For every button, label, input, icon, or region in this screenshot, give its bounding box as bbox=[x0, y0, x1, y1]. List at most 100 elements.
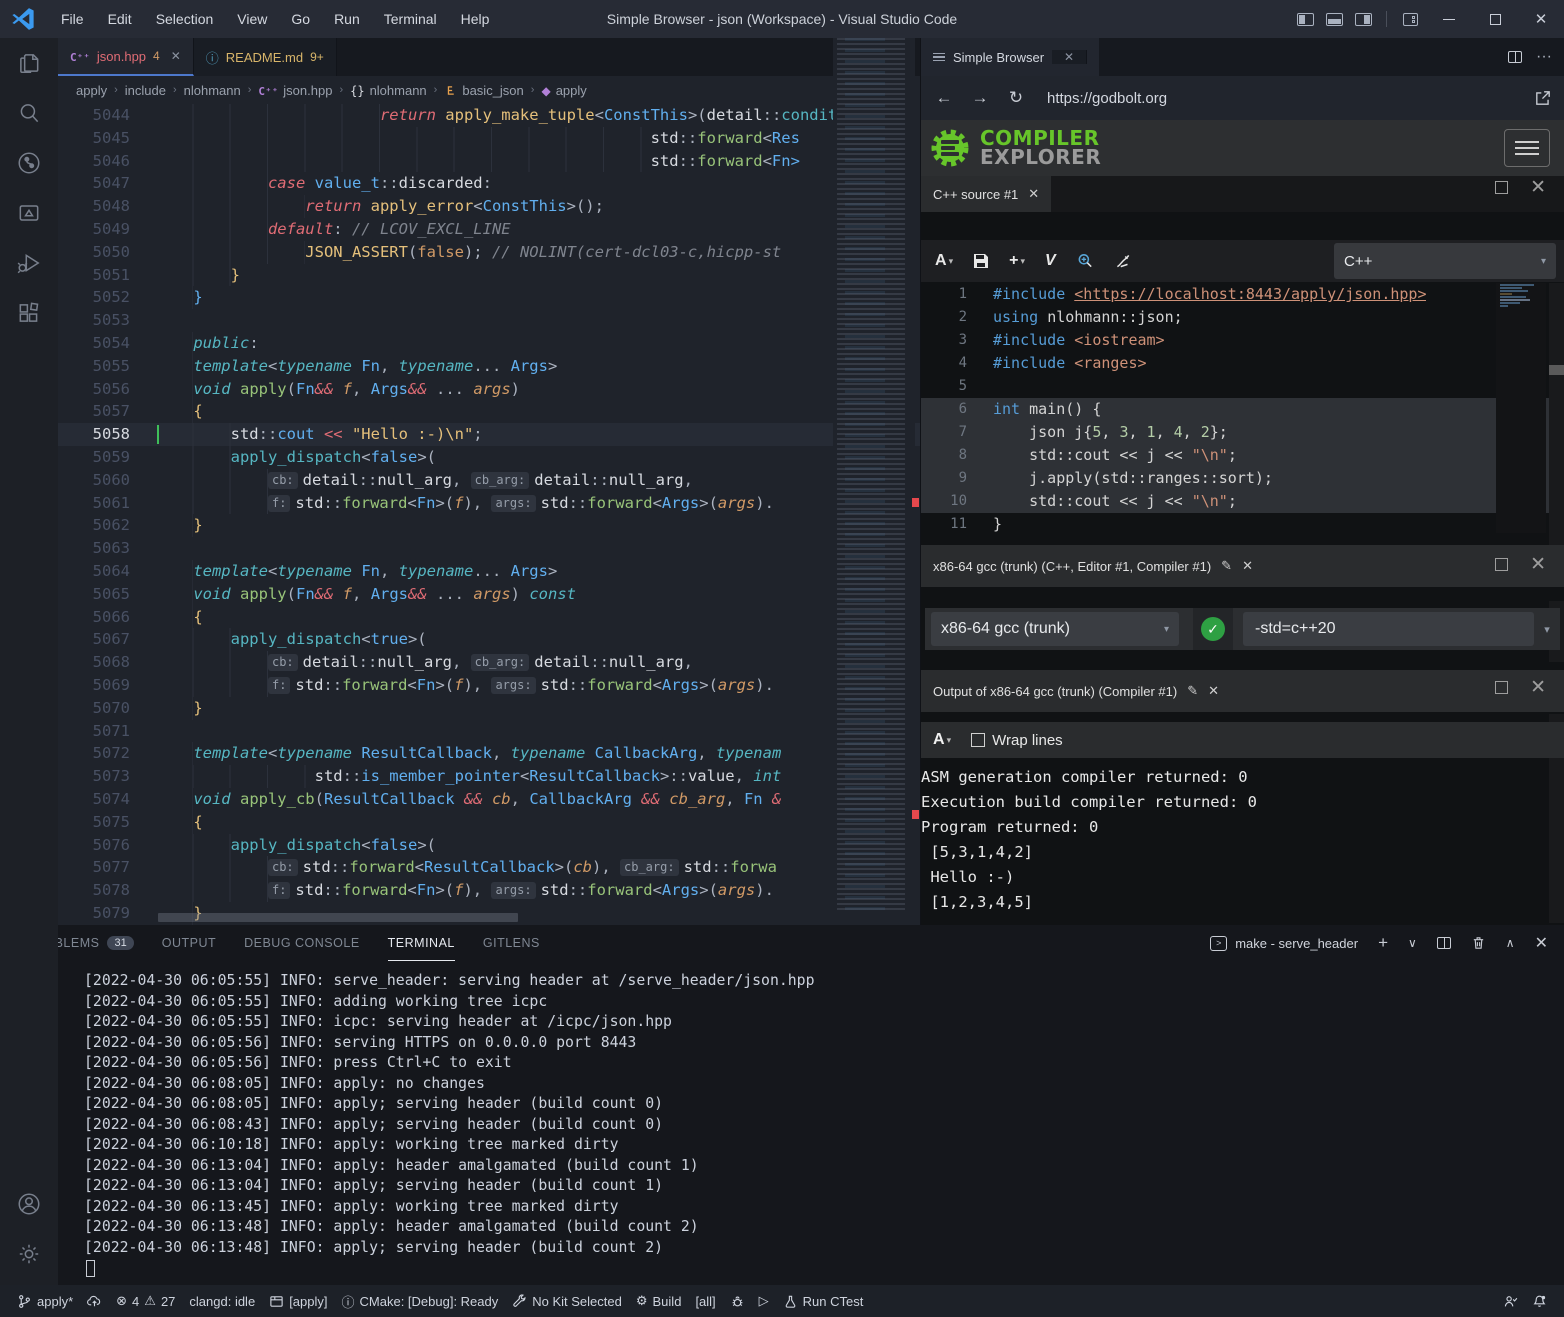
options-dropdown-icon[interactable]: ▾ bbox=[1534, 623, 1560, 636]
menu-help[interactable]: Help bbox=[450, 7, 501, 31]
code-line[interactable]: 5070} bbox=[58, 697, 920, 720]
status-item-cmake-debug-ready[interactable]: ⓘCMake: [Debug]: Ready bbox=[335, 1292, 506, 1311]
kill-terminal-icon[interactable] bbox=[1471, 935, 1486, 951]
close-icon[interactable]: ✕ bbox=[1052, 50, 1087, 64]
compiler-options-input[interactable]: -std=c++20 bbox=[1243, 612, 1534, 646]
code-line[interactable]: 5058std::cout << "Hello :-)\n"; bbox=[58, 423, 920, 446]
maximize-button[interactable] bbox=[1472, 0, 1518, 38]
ce-source-tab[interactable]: C++ source #1 ✕ bbox=[921, 176, 1051, 212]
checkbox-icon[interactable] bbox=[971, 733, 985, 747]
code-line[interactable]: 5057{ bbox=[58, 400, 920, 423]
explorer-icon[interactable] bbox=[5, 38, 53, 88]
new-terminal-icon[interactable]: + bbox=[1378, 933, 1388, 953]
breadcrumb[interactable]: apply›include›nlohmann›C⁺⁺json.hpp›{}nlo… bbox=[58, 76, 920, 104]
panel-tab-terminal[interactable]: TERMINAL bbox=[388, 925, 455, 961]
status-item[interactable] bbox=[80, 1294, 109, 1309]
maximize-panel-icon[interactable]: ∧ bbox=[1506, 936, 1515, 950]
code-line[interactable]: 5071 bbox=[58, 720, 920, 743]
debug-icon[interactable] bbox=[5, 238, 53, 288]
ce-code-line[interactable]: 9 j.apply(std::ranges::sort); bbox=[921, 467, 1564, 490]
panel-tab-gitlens[interactable]: GITLENS bbox=[483, 925, 540, 961]
code-line[interactable]: 5073std::is_member_pointer<ResultCallbac… bbox=[58, 765, 920, 788]
status-item--all-[interactable]: [all] bbox=[688, 1294, 722, 1309]
tab-simple-browser[interactable]: Simple Browser ✕ bbox=[921, 38, 1099, 76]
code-line[interactable]: 5078f:std::forward<Fn>(f), args:std::for… bbox=[58, 879, 920, 902]
ce-code-line[interactable]: 3#include <iostream> bbox=[921, 329, 1564, 352]
status-item--apply-[interactable]: [apply] bbox=[262, 1294, 334, 1309]
add-pane-icon[interactable]: +▾ bbox=[1009, 252, 1025, 270]
menu-view[interactable]: View bbox=[226, 7, 278, 31]
status-item[interactable] bbox=[1496, 1294, 1525, 1309]
panel-tab-debug-console[interactable]: DEBUG CONSOLE bbox=[244, 925, 360, 961]
wrap-lines-checkbox[interactable]: Wrap lines bbox=[971, 732, 1063, 749]
ce-code-line[interactable]: 6int main() { bbox=[921, 398, 1564, 421]
account-icon[interactable] bbox=[5, 1179, 53, 1229]
breadcrumb-item-nlohmann[interactable]: nlohmann bbox=[184, 83, 241, 98]
menu-run[interactable]: Run bbox=[323, 7, 371, 31]
code-line[interactable]: 5052} bbox=[58, 286, 920, 309]
status-item-clangd-idle[interactable]: clangd: idle bbox=[182, 1294, 262, 1309]
code-line[interactable]: 5074void apply_cb(ResultCallback && cb, … bbox=[58, 788, 920, 811]
close-pane-icon[interactable]: ✕ bbox=[1530, 676, 1546, 699]
close-pane-icon[interactable]: ✕ bbox=[1530, 176, 1546, 199]
code-line[interactable]: 5064template<typename Fn, typename... Ar… bbox=[58, 560, 920, 583]
code-line[interactable]: 5069f:std::forward<Fn>(f), args:std::for… bbox=[58, 674, 920, 697]
panel-tab-output[interactable]: OUTPUT bbox=[162, 925, 216, 961]
breadcrumb-item-apply[interactable]: apply bbox=[76, 83, 107, 98]
ce-source-code[interactable]: 1#include <https://localhost:8443/apply/… bbox=[921, 283, 1564, 537]
close-icon[interactable]: ✕ bbox=[1208, 683, 1219, 699]
code-line[interactable]: 5066{ bbox=[58, 606, 920, 629]
compiler-select[interactable]: x86-64 gcc (trunk) ▾ bbox=[931, 612, 1179, 646]
maximize-pane-icon[interactable] bbox=[1495, 681, 1508, 694]
code-line[interactable]: 5045std::forward<Res bbox=[58, 127, 920, 150]
source-control-icon[interactable] bbox=[5, 138, 53, 188]
ce-scrollbar[interactable] bbox=[1549, 283, 1564, 923]
extensions-icon[interactable] bbox=[5, 288, 53, 338]
breadcrumb-item-basic_json[interactable]: basic_json bbox=[444, 83, 523, 98]
code-line[interactable]: 5051} bbox=[58, 264, 920, 287]
status-item-apply-[interactable]: apply* bbox=[10, 1294, 80, 1309]
more-actions-icon[interactable]: ··· bbox=[1536, 48, 1552, 66]
code-line[interactable]: 5062} bbox=[58, 514, 920, 537]
close-window-button[interactable]: ✕ bbox=[1518, 0, 1564, 38]
split-terminal-icon[interactable] bbox=[1437, 937, 1451, 949]
code-line[interactable]: 5072template<typename ResultCallback, ty… bbox=[58, 742, 920, 765]
code-line[interactable]: 5053 bbox=[58, 309, 920, 332]
code-line[interactable]: 5063 bbox=[58, 537, 920, 560]
vim-toggle-icon[interactable]: V bbox=[1045, 252, 1056, 270]
tab-json.hpp[interactable]: C⁺⁺json.hpp4✕ bbox=[58, 38, 194, 76]
font-size-icon[interactable]: A▾ bbox=[933, 731, 951, 749]
toggle-secondary-sidebar-icon[interactable] bbox=[1355, 13, 1372, 26]
close-icon[interactable]: ✕ bbox=[171, 49, 181, 63]
status-item-build[interactable]: ⚙Build bbox=[629, 1294, 689, 1309]
ce-code-line[interactable]: 1#include <https://localhost:8443/apply/… bbox=[921, 283, 1564, 306]
search-icon[interactable] bbox=[5, 88, 53, 138]
code-line[interactable]: 5048return apply_error<ConstThis>(); bbox=[58, 195, 920, 218]
code-line[interactable]: 5067apply_dispatch<true>( bbox=[58, 628, 920, 651]
status-item-4[interactable]: ⊗4⚠27 bbox=[109, 1294, 182, 1309]
font-size-icon[interactable]: A▾ bbox=[935, 252, 953, 270]
run-window-icon[interactable] bbox=[5, 188, 53, 238]
tab-README.md[interactable]: ⓘREADME.md9+ bbox=[194, 38, 337, 76]
menu-selection[interactable]: Selection bbox=[145, 7, 225, 31]
save-icon[interactable] bbox=[973, 253, 989, 269]
code-line[interactable]: 5068cb:detail::null_arg, cb_arg:detail::… bbox=[58, 651, 920, 674]
open-external-icon[interactable] bbox=[1534, 89, 1552, 107]
code-line[interactable]: 5044return apply_make_tuple<ConstThis>(d… bbox=[58, 104, 920, 127]
menu-terminal[interactable]: Terminal bbox=[373, 7, 448, 31]
ce-code-line[interactable]: 2using nlohmann::json; bbox=[921, 306, 1564, 329]
menu-bar[interactable]: FileEditSelectionViewGoRunTerminalHelp bbox=[50, 7, 500, 31]
cpp-insights-icon[interactable] bbox=[1076, 252, 1094, 270]
code-line[interactable]: 5055template<typename Fn, typename... Ar… bbox=[58, 355, 920, 378]
code-line[interactable]: 5059apply_dispatch<false>( bbox=[58, 446, 920, 469]
terminal-output[interactable]: [2022-04-30 06:05:55] INFO: serve_header… bbox=[84, 971, 1554, 1285]
code-editor[interactable]: 5044return apply_make_tuple<ConstThis>(d… bbox=[58, 104, 920, 925]
toggle-sidebar-icon[interactable] bbox=[1297, 13, 1314, 26]
code-line[interactable]: 5050JSON_ASSERT(false); // NOLINT(cert-d… bbox=[58, 241, 920, 264]
horizontal-scrollbar[interactable] bbox=[158, 913, 518, 922]
code-line[interactable]: 5056void apply(Fn&& f, Args&& ... args) bbox=[58, 378, 920, 401]
status-item[interactable] bbox=[1525, 1294, 1554, 1309]
quick-bench-icon[interactable] bbox=[1114, 252, 1132, 270]
split-editor-icon[interactable] bbox=[1508, 51, 1522, 63]
customize-layout-icon[interactable] bbox=[1403, 13, 1418, 26]
